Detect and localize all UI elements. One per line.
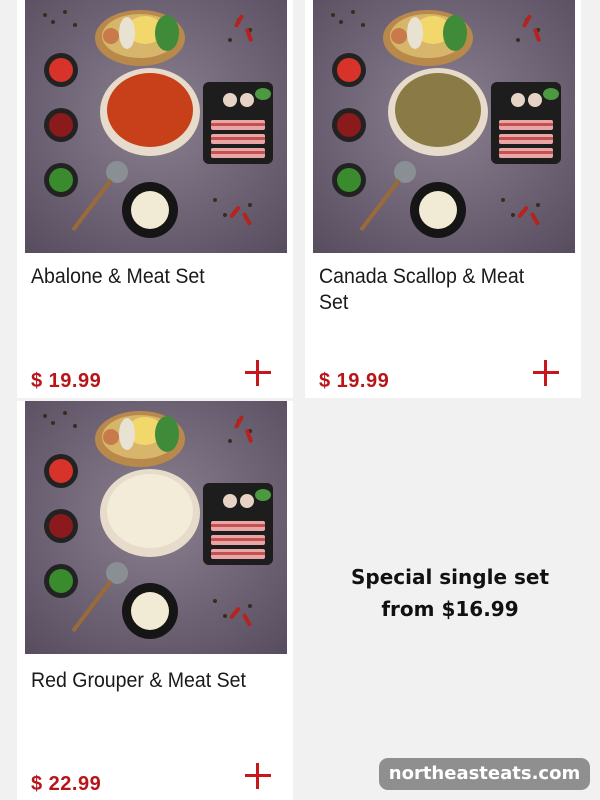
item-name: Red Grouper & Meat Set xyxy=(31,669,246,692)
add-to-cart-plus-icon[interactable] xyxy=(245,360,271,386)
item-name: Canada Scallop & Meat Set xyxy=(319,265,525,314)
add-to-cart-plus-icon[interactable] xyxy=(245,763,271,789)
item-price: $ 22.99 xyxy=(31,773,102,795)
menu-item-card[interactable]: Red Grouper & Meat Set $ 22.99 xyxy=(17,401,293,800)
promo-text: Special single set from $16.99 xyxy=(305,561,595,625)
promo-banner: Special single set from $16.99 xyxy=(305,401,595,800)
menu-item-card[interactable]: Abalone & Meat Set $ 19.99 xyxy=(17,0,293,398)
food-photo xyxy=(25,401,287,656)
menu-item-card[interactable]: Canada Scallop & Meat Set $ 19.99 xyxy=(305,0,581,398)
add-to-cart-plus-icon[interactable] xyxy=(533,360,559,386)
food-photo xyxy=(313,0,575,253)
food-photo xyxy=(25,0,287,253)
promo-line-1: Special single set xyxy=(350,565,550,589)
item-price: $ 19.99 xyxy=(31,370,102,392)
promo-line-2: from $16.99 xyxy=(381,597,519,621)
item-name: Abalone & Meat Set xyxy=(31,265,205,288)
item-price: $ 19.99 xyxy=(319,370,390,392)
site-watermark: northeasteats.com xyxy=(379,758,590,790)
